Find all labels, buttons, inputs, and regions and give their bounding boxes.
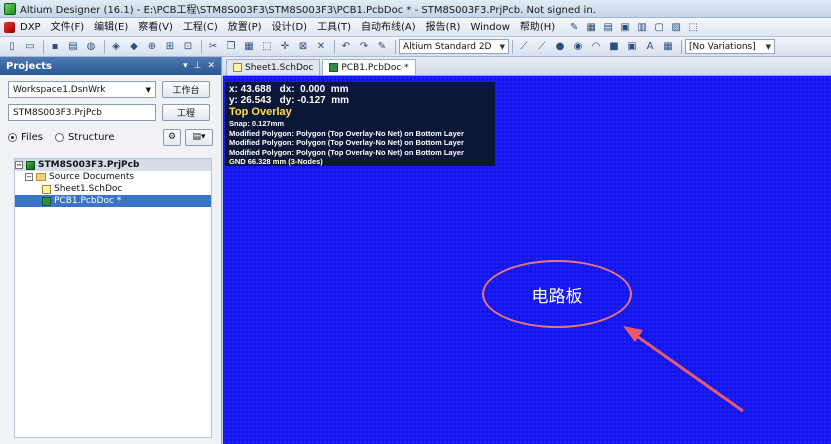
print-icon[interactable]: ▤	[65, 39, 81, 55]
align-icon[interactable]: ▨	[668, 20, 684, 35]
projects-panel: Projects ▾ ⊥ ✕ Workspace1.DsnWrk ▼ 工作台 ST…	[0, 57, 222, 444]
pcb-canvas[interactable]: x: 43.688 dx: 0.000 mm y: 26.543 dy: -0.…	[223, 76, 831, 444]
variations-select[interactable]: [No Variations] ▼	[685, 39, 775, 54]
altium-app-icon	[4, 2, 16, 15]
files-label: Files	[21, 131, 43, 143]
rule-icon[interactable]: ▥	[634, 20, 650, 35]
select-area-icon[interactable]: ⬚	[259, 39, 275, 55]
schematic-doc-icon	[42, 184, 51, 194]
annotation-arrow	[623, 326, 744, 413]
pcb-doc-icon	[329, 63, 339, 72]
files-radio[interactable]	[8, 132, 17, 142]
project-button[interactable]: 工程	[162, 104, 210, 121]
collapse-icon[interactable]: −	[25, 173, 33, 181]
project-options-icon[interactable]: ⚙	[163, 128, 181, 146]
place-string-icon[interactable]: A	[642, 39, 658, 55]
select-icon[interactable]: ⬚	[685, 20, 701, 35]
structure-label: Structure	[67, 131, 115, 143]
diff-pair-icon[interactable]: ⟋	[534, 39, 550, 55]
redo-icon[interactable]: ↷	[356, 39, 372, 55]
panel-menu-icon[interactable]: ▾	[183, 61, 188, 71]
menu-bar: DXP 文件(F) 编辑(E) 察看(V) 工程(C) 放置(P) 设计(D) …	[0, 18, 831, 37]
pcb-project-icon	[26, 160, 35, 170]
menu-dxp[interactable]: DXP	[15, 18, 46, 37]
interactive-route-icon[interactable]: ⟋	[516, 39, 532, 55]
pcb-doc-icon	[42, 196, 51, 206]
chevron-down-icon: ▼	[499, 42, 505, 51]
save-icon[interactable]: ▪	[47, 39, 63, 55]
main-toolbar: ▯ ▭ ▪ ▤ ◍ ◈ ◆ ⊕ ⊞ ⊡ ✂ ❐ ▦ ⬚ ✛ ⊠ ✕ ↶ ↷ ✎ …	[0, 37, 831, 57]
schematic-doc-icon	[233, 63, 242, 72]
menu-project[interactable]: 工程(C)	[178, 18, 223, 37]
view-mode-select[interactable]: Altium Standard 2D ▼	[399, 39, 509, 54]
menu-view[interactable]: 察看(V)	[133, 18, 178, 37]
menu-edit[interactable]: 编辑(E)	[89, 18, 133, 37]
layer-set-icon[interactable]: ◆	[126, 39, 142, 55]
title-bar: Altium Designer (16.1) - E:\PCB工程\STM8S0…	[0, 0, 831, 18]
panel-header: Projects ▾ ⊥ ✕	[0, 57, 221, 75]
tab-pcb1[interactable]: PCB1.PcbDoc *	[322, 59, 416, 75]
collapse-icon[interactable]: −	[15, 161, 23, 169]
cut-icon[interactable]: ✂	[205, 39, 221, 55]
menu-place[interactable]: 放置(P)	[223, 18, 267, 37]
place-pad-icon[interactable]: ●	[552, 39, 568, 55]
folder-options-icon[interactable]: ▤▾	[185, 128, 213, 146]
document-tabs: Sheet1.SchDoc PCB1.PcbDoc *	[223, 57, 831, 76]
paste-icon[interactable]: ▦	[241, 39, 257, 55]
menu-design[interactable]: 设计(D)	[267, 18, 313, 37]
3d-icon[interactable]: ◈	[108, 39, 124, 55]
chevron-down-icon: ▼	[145, 85, 151, 94]
menu-tools[interactable]: 工具(T)	[312, 18, 356, 37]
project-field[interactable]: STM8S003F3.PrjPcb	[8, 104, 156, 121]
menu-reports[interactable]: 报告(R)	[421, 18, 466, 37]
board-icon[interactable]: ▢	[651, 20, 667, 35]
menu-toolbar: ✎ ▦ ▤ ▣ ▥ ▢ ▨ ⬚	[566, 20, 702, 35]
zoom-in-icon[interactable]: ⊕	[144, 39, 160, 55]
place-arc-icon[interactable]: ◠	[588, 39, 604, 55]
place-via-icon[interactable]: ◉	[570, 39, 586, 55]
folder-icon	[36, 173, 46, 181]
deselect-icon[interactable]: ⊠	[295, 39, 311, 55]
zoom-fit-icon[interactable]: ⊡	[180, 39, 196, 55]
chevron-down-icon: ▼	[765, 42, 771, 51]
tree-doc-pcb1[interactable]: PCB1.PcbDoc *	[15, 195, 211, 207]
layers-icon[interactable]: ▤	[600, 20, 616, 35]
route-icon[interactable]: ✎	[566, 20, 582, 35]
workspace-select[interactable]: Workspace1.DsnWrk ▼	[8, 81, 156, 98]
menu-file[interactable]: 文件(F)	[46, 18, 90, 37]
menu-autoroute[interactable]: 自动布线(A)	[356, 18, 421, 37]
zoom-icon[interactable]: ◍	[83, 39, 99, 55]
workspace-button[interactable]: 工作台	[162, 81, 210, 98]
arrow-shaft	[630, 330, 744, 413]
move-icon[interactable]: ✛	[277, 39, 293, 55]
menu-window[interactable]: Window	[465, 18, 514, 37]
place-component-icon[interactable]: ▦	[660, 39, 676, 55]
tree-folder[interactable]: − Source Documents	[15, 171, 211, 183]
window-title: Altium Designer (16.1) - E:\PCB工程\STM8S0…	[20, 5, 596, 16]
panel-title: Projects	[6, 60, 53, 72]
tree-project[interactable]: − STM8S003F3.PrjPcb	[15, 159, 211, 171]
component-icon[interactable]: ▣	[617, 20, 633, 35]
project-tree: − STM8S003F3.PrjPcb − Source Documents S…	[14, 158, 212, 438]
pin-icon[interactable]: ⊥	[194, 61, 202, 71]
tab-sheet1[interactable]: Sheet1.SchDoc	[226, 59, 321, 75]
undo-icon[interactable]: ↶	[338, 39, 354, 55]
tree-doc-sheet1[interactable]: Sheet1.SchDoc	[15, 183, 211, 195]
menu-help[interactable]: 帮助(H)	[515, 18, 560, 37]
dxp-icon	[4, 21, 15, 33]
zoom-area-icon[interactable]: ⊞	[162, 39, 178, 55]
open-icon[interactable]: ▭	[22, 39, 38, 55]
clear-icon[interactable]: ✕	[313, 39, 329, 55]
copy-icon[interactable]: ❐	[223, 39, 239, 55]
cross-probe-icon[interactable]: ✎	[374, 39, 390, 55]
structure-radio[interactable]	[54, 132, 64, 142]
grid-icon[interactable]: ▦	[583, 20, 599, 35]
new-icon[interactable]: ▯	[4, 39, 20, 55]
place-fill-icon[interactable]: ■	[606, 39, 622, 55]
place-polygon-icon[interactable]: ▣	[624, 39, 640, 55]
close-icon[interactable]: ✕	[207, 61, 215, 71]
